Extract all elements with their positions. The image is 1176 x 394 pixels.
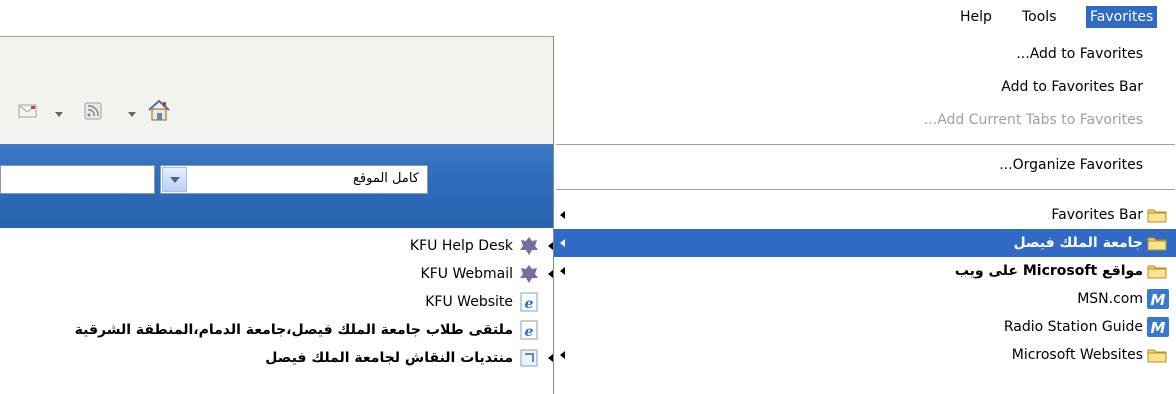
feeds-icon[interactable] [84,102,104,124]
ie-page-icon: e [519,320,539,340]
command-bar [0,36,553,145]
list-item-label: ملتقى طلاب جامعة الملك فيصل،جامعة الدمام… [74,322,513,338]
svg-text:e: e [525,296,534,312]
submenu-arrow-icon [560,351,565,359]
puzzle-icon [519,264,539,284]
submenu-arrow-icon [560,239,565,247]
list-item[interactable]: ملتقى طلاب جامعة الملك فيصل،جامعة الدمام… [75,316,513,344]
svg-text:M: M [1151,319,1166,337]
folder-icon [1147,205,1169,225]
list-item-label: KFU Webmail [420,266,513,282]
msn-icon: M [1147,289,1169,309]
kfu-folder[interactable]: جامعة الملك فيصل [554,229,1176,257]
folder-page-icon [519,348,539,368]
organize-favorites-item[interactable]: ...Organize Favorites [554,151,1176,179]
list-item[interactable]: KFU Webmail [421,260,513,288]
mail-dropdown-icon[interactable] [55,112,63,117]
add-to-favorites-bar-item[interactable]: Add to Favorites Bar [554,73,1176,101]
menu-separator [556,189,1175,190]
folder-icon [1147,345,1169,365]
menu-favorites[interactable]: Favorites [1086,6,1158,28]
puzzle-icon [519,236,539,256]
add-to-favorites-item[interactable]: ...Add to Favorites [554,40,1176,68]
svg-text:e: e [525,324,534,340]
radio-station-guide-link[interactable]: Radio Station Guide M [554,313,1176,341]
chevron-down-icon[interactable] [162,167,187,192]
ie-page-icon: e [519,292,539,312]
favorites-menu: ...Add to Favorites Add to Favorites Bar… [553,36,1176,394]
list-item-label: KFU Website [425,294,513,310]
folder-icon [1147,233,1169,253]
folder-icon [1147,261,1169,281]
read-mail-icon[interactable] [18,102,38,124]
submenu-arrow-icon [560,211,565,219]
search-input[interactable] [0,165,155,194]
menu-tools[interactable]: Tools [1018,6,1061,28]
feeds-dropdown-icon[interactable] [128,112,136,117]
svg-text:M: M [1151,291,1166,309]
list-item[interactable]: منتديات النقاش لجامعة الملك فيصل [265,344,513,372]
search-scope-value: كامل الموقع [352,171,419,186]
favorites-bar-folder[interactable]: Favorites Bar [554,201,1176,229]
msn-link[interactable]: MSN.com M [554,285,1176,313]
page-link-list: KFU Help Desk KFU Webmail KFU Website e … [0,228,553,394]
list-item[interactable]: KFU Website [425,288,513,316]
microsoft-web-sites-folder[interactable]: مواقع Microsoft على ويب [554,257,1176,285]
add-current-tabs-item: ...Add Current Tabs to Favorites [923,112,1143,128]
menu-help[interactable]: Help [956,6,996,28]
submenu-arrow-icon [560,267,565,275]
menu-separator [556,144,1175,145]
search-scope-select[interactable]: كامل الموقع [160,165,428,194]
microsoft-websites-folder[interactable]: Microsoft Websites [554,341,1176,369]
home-icon[interactable] [146,98,172,126]
list-item-label: KFU Help Desk [409,238,513,254]
menu-bar: Help Tools Favorites [0,0,1176,37]
list-item-label: منتديات النقاش لجامعة الملك فيصل [265,350,513,366]
list-item[interactable]: KFU Help Desk [410,232,513,260]
msn-icon: M [1147,317,1169,337]
